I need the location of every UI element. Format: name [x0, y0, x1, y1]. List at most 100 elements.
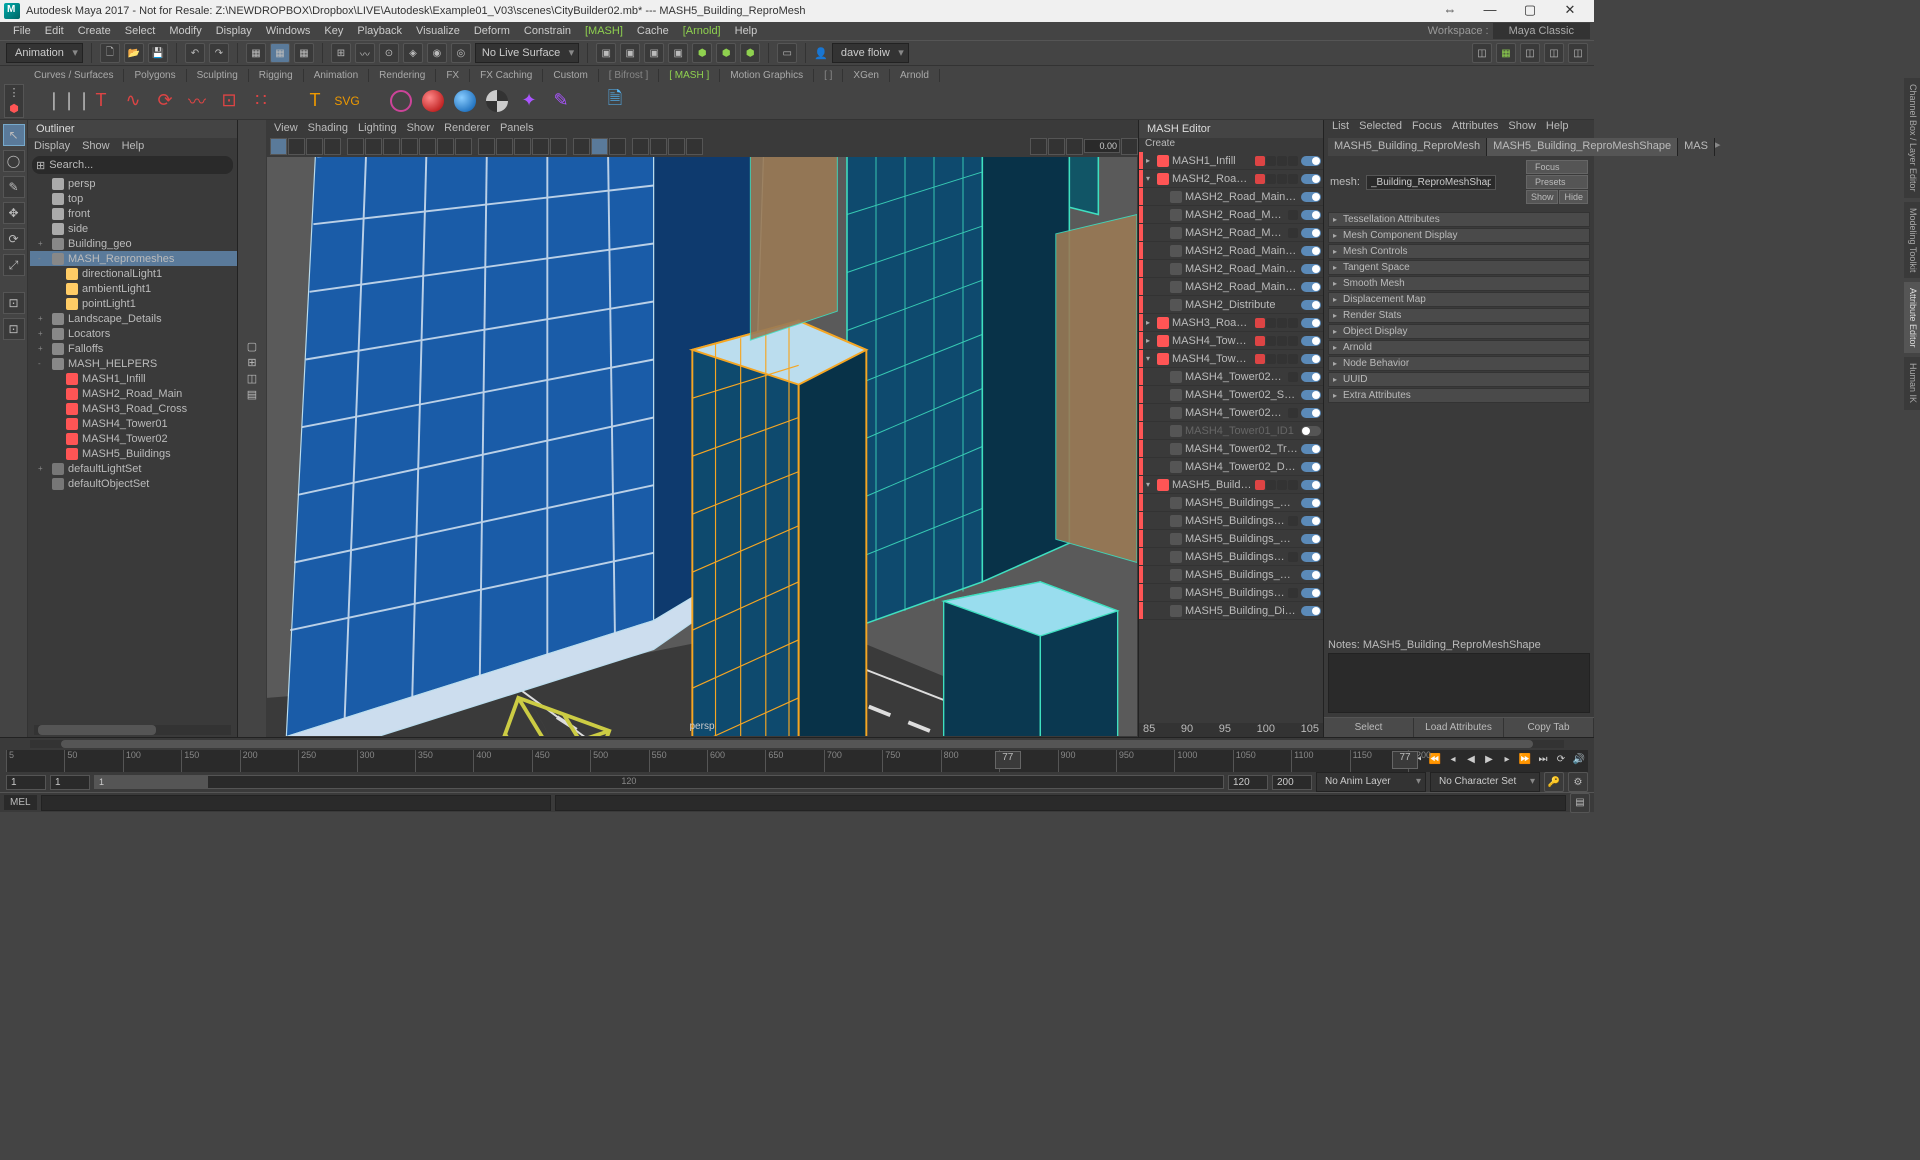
- step-forward-icon[interactable]: ▸: [1498, 750, 1516, 768]
- shelf-primitives-icon[interactable]: ❘❘❘: [54, 86, 84, 116]
- snap-view-icon[interactable]: ◉: [427, 43, 447, 63]
- outliner-tree[interactable]: persptopfrontside+Building_geo-MASH_Repr…: [28, 176, 237, 723]
- outliner-item-front[interactable]: front: [30, 206, 237, 221]
- shelf-tab-8[interactable]: Custom: [543, 69, 598, 82]
- ae-menu-help[interactable]: Help: [1546, 120, 1569, 136]
- current-time-marker[interactable]: 77: [995, 751, 1021, 769]
- ae-tab-scroll-icon[interactable]: ▸: [1715, 138, 1721, 156]
- mash-node-mash5_buildings_spring[interactable]: MASH5_Buildings_Spring: [1139, 494, 1323, 512]
- workspace-dropdown[interactable]: Maya Classic: [1493, 23, 1590, 39]
- outliner-item-persp[interactable]: persp: [30, 176, 237, 191]
- go-to-end-icon[interactable]: ⏭: [1534, 750, 1552, 768]
- vp-safe-action-icon[interactable]: [437, 138, 454, 155]
- vp-gamma-icon[interactable]: [1048, 138, 1065, 155]
- outliner-item-locators[interactable]: +Locators: [30, 326, 237, 341]
- shelf-tab-7[interactable]: FX Caching: [470, 69, 543, 82]
- viewport-hscroll[interactable]: [30, 740, 1564, 748]
- shelf-feather-icon[interactable]: ✎: [546, 86, 576, 116]
- mash-node-mash4_tower02_offset[interactable]: MASH4_Tower02_Offset: [1139, 404, 1323, 422]
- outliner-item-falloffs[interactable]: +Falloffs: [30, 341, 237, 356]
- shelf-tab-12[interactable]: [ ]: [814, 69, 843, 82]
- ae-menu-show[interactable]: Show: [1508, 120, 1536, 136]
- menu-mash[interactable]: [MASH]: [578, 23, 630, 39]
- vp-textured-icon[interactable]: [514, 138, 531, 155]
- shelf-curve-icon[interactable]: ∿: [118, 86, 148, 116]
- ae-tab-0[interactable]: MASH5_Building_ReproMesh: [1328, 138, 1487, 156]
- ae-section-mesh-controls[interactable]: Mesh Controls: [1328, 244, 1590, 259]
- mash-node-mash2_road_main_replicator[interactable]: MASH2_Road_Main_Replicator: [1139, 278, 1323, 296]
- outliner-menu-show[interactable]: Show: [82, 140, 110, 152]
- range-start-outer[interactable]: [6, 775, 46, 790]
- outliner-item-landscape_details[interactable]: +Landscape_Details: [30, 311, 237, 326]
- mash-node-mash5_buildings_offset_scale_height[interactable]: MASH5_Buildings_Offset_Scale_Height: [1139, 530, 1323, 548]
- ae-tab-2[interactable]: MAS: [1678, 138, 1715, 156]
- ae-section-smooth-mesh[interactable]: Smooth Mesh: [1328, 276, 1590, 291]
- ae-section-object-display[interactable]: Object Display: [1328, 324, 1590, 339]
- maximize-button[interactable]: ▢: [1510, 0, 1550, 22]
- shelf-sphere-red-icon[interactable]: [418, 86, 448, 116]
- ae-tab-1[interactable]: MASH5_Building_ReproMeshShape: [1487, 138, 1678, 156]
- mash-node-mash4_tower01[interactable]: ▸MASH4_Tower01: [1139, 332, 1323, 350]
- vp-exposure-field[interactable]: [1084, 139, 1120, 153]
- outliner-item-mash4_tower01[interactable]: MASH4_Tower01: [30, 416, 237, 431]
- menu-create[interactable]: Create: [71, 23, 118, 39]
- mash-node-mash2_road_main[interactable]: ▾MASH2_Road_Main: [1139, 170, 1323, 188]
- snap-point-icon[interactable]: ⊙: [379, 43, 399, 63]
- shelf-tab-11[interactable]: Motion Graphics: [720, 69, 814, 82]
- ae-node-name-input[interactable]: [1366, 175, 1496, 190]
- ipr-icon[interactable]: ▣: [644, 43, 664, 63]
- ae-section-uuid[interactable]: UUID: [1328, 372, 1590, 387]
- ae-section-render-stats[interactable]: Render Stats: [1328, 308, 1590, 323]
- snap-live-icon[interactable]: ◎: [451, 43, 471, 63]
- ae-select-button[interactable]: Select: [1324, 718, 1414, 737]
- vp-dof-icon[interactable]: [686, 138, 703, 155]
- mash-node-mash2_distribute[interactable]: MASH2_Distribute: [1139, 296, 1323, 314]
- ae-menu-attributes[interactable]: Attributes: [1452, 120, 1498, 136]
- lasso-tool-icon[interactable]: ◯: [3, 150, 25, 172]
- vp-field-chart-icon[interactable]: [419, 138, 436, 155]
- shelf-tab-10[interactable]: [ MASH ]: [659, 69, 720, 82]
- script-editor-icon[interactable]: ▤: [1570, 793, 1590, 813]
- four-pane-icon[interactable]: ⊞: [247, 356, 256, 369]
- side-tab-attribute-editor[interactable]: Attribute Editor: [1904, 282, 1920, 354]
- minimize-button[interactable]: —: [1470, 0, 1510, 22]
- render-icon[interactable]: ▣: [620, 43, 640, 63]
- ae-section-node-behavior[interactable]: Node Behavior: [1328, 356, 1590, 371]
- save-scene-icon[interactable]: 💾: [148, 43, 168, 63]
- play-forward-icon[interactable]: ▶: [1480, 750, 1498, 768]
- vp-exposure-icon[interactable]: [1030, 138, 1047, 155]
- panel-layout-icon[interactable]: ▭: [777, 43, 797, 63]
- menu-windows[interactable]: Windows: [259, 23, 318, 39]
- menu-cache[interactable]: Cache: [630, 23, 676, 39]
- hypershade-icon[interactable]: ⬢: [692, 43, 712, 63]
- outliner-item-defaultobjectset[interactable]: defaultObjectSet: [30, 476, 237, 491]
- vp-select-camera-icon[interactable]: [270, 138, 287, 155]
- hud-toggle-icon[interactable]: ▦: [1496, 43, 1516, 63]
- outliner-item-mash2_road_main[interactable]: MASH2_Road_Main: [30, 386, 237, 401]
- outliner-menu-display[interactable]: Display: [34, 140, 70, 152]
- menu-modify[interactable]: Modify: [162, 23, 208, 39]
- mash-node-mash2_road_main_replicator1[interactable]: MASH2_Road_Main_Replicator1: [1139, 260, 1323, 278]
- step-forward-key-icon[interactable]: ⏩: [1516, 750, 1534, 768]
- vp-shadows-icon[interactable]: [550, 138, 567, 155]
- close-button[interactable]: ✕: [1550, 0, 1590, 22]
- light-editor-icon[interactable]: ⬢: [740, 43, 760, 63]
- vp-isolate-icon[interactable]: [573, 138, 590, 155]
- outliner-item-pointlight1[interactable]: pointLight1: [30, 296, 237, 311]
- vp-menu-panels[interactable]: Panels: [500, 122, 534, 134]
- mash-node-mash5_buildings_offset_orientation[interactable]: MASH5_Buildings_Offset_Orientation: [1139, 566, 1323, 584]
- vp-film-gate-icon[interactable]: [365, 138, 382, 155]
- menu-playback[interactable]: Playback: [350, 23, 409, 39]
- vp-aa-icon[interactable]: [668, 138, 685, 155]
- vp-settings-icon[interactable]: [1121, 138, 1138, 155]
- ae-menu-focus[interactable]: Focus: [1412, 120, 1442, 136]
- outliner-item-directionallight1[interactable]: directionalLight1: [30, 266, 237, 281]
- vp-xray-joints-icon[interactable]: [609, 138, 626, 155]
- prefs-icon[interactable]: ⚙: [1568, 772, 1588, 792]
- account-dropdown[interactable]: dave floiw: [832, 43, 909, 63]
- shelf-tab-3[interactable]: Rigging: [249, 69, 304, 82]
- ae-section-tessellation-attributes[interactable]: Tessellation Attributes: [1328, 212, 1590, 227]
- outliner-item-mash_helpers[interactable]: -MASH_HELPERS: [30, 356, 237, 371]
- character-set-dropdown[interactable]: No Character Set: [1430, 772, 1540, 792]
- mash-node-mash5_buildings_offset[interactable]: MASH5_Buildings_Offset: [1139, 512, 1323, 530]
